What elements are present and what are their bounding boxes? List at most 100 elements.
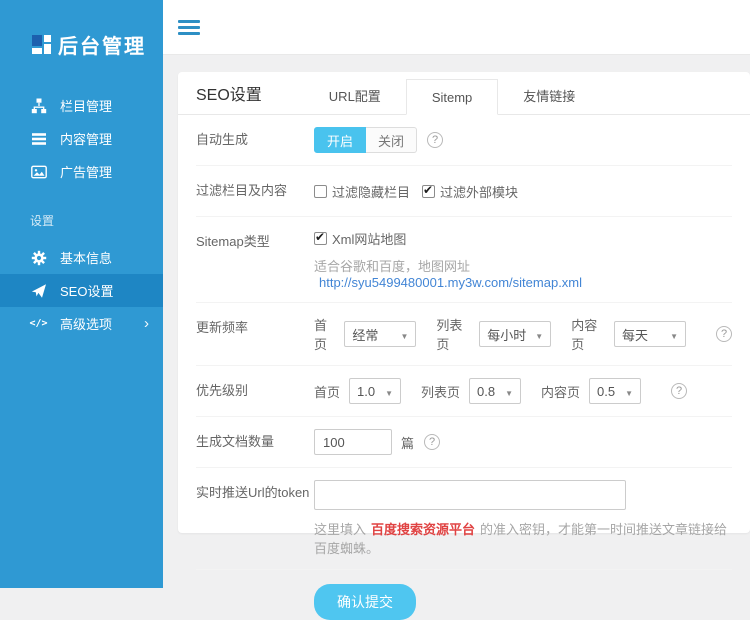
priority-list-group: 列表页 0.8 xyxy=(421,378,521,404)
sidebar-nav: 栏目管理 内容管理 广告管理 设置 基本信息 SEO设置 xyxy=(0,89,163,340)
sidebar-item-advanced-options[interactable]: </> 高级选项 › xyxy=(0,307,163,340)
sidebar-item-ads[interactable]: 广告管理 xyxy=(0,155,163,188)
field-label: 自动生成 xyxy=(196,127,314,153)
menu-toggle-icon[interactable] xyxy=(178,17,200,38)
checkbox-checked-icon xyxy=(314,232,327,245)
checkbox-icon xyxy=(314,185,327,198)
checkbox-label-text: 过滤外部模块 xyxy=(440,182,518,201)
select-label: 内容页 xyxy=(541,382,580,401)
priority-home-select[interactable]: 1.0 xyxy=(349,378,401,404)
gear-icon xyxy=(30,249,47,266)
sitemap-hint-text: 适合谷歌和百度，地图网址 xyxy=(314,259,470,274)
select-label: 列表页 xyxy=(421,382,460,401)
doc-count-input[interactable] xyxy=(314,429,392,455)
select-value: 经常 xyxy=(352,325,378,344)
seo-settings-card: SEO设置 URL配置 Sitemp 友情链接 自动生成 开启 关闭 ? 过滤栏… xyxy=(178,72,750,533)
form-row-priority: 优先级别 首页 1.0 列表页 0.8 内容页 xyxy=(196,366,732,417)
paper-plane-icon xyxy=(30,282,47,299)
sidebar-item-label: 高级选项 xyxy=(60,314,112,333)
code-icon: </> xyxy=(30,315,47,332)
sidebar-item-label: 广告管理 xyxy=(60,162,112,181)
doc-count-unit: 篇 xyxy=(401,433,414,452)
chevron-down-icon xyxy=(526,327,543,342)
sitemap-icon xyxy=(30,97,47,114)
frequency-content-group: 内容页 每天 xyxy=(571,315,686,353)
sidebar-item-label: 基本信息 xyxy=(60,248,112,267)
select-value: 每天 xyxy=(622,325,648,344)
select-label: 内容页 xyxy=(571,315,605,353)
toggle-on-button[interactable]: 开启 xyxy=(314,127,366,153)
sidebar-item-content[interactable]: 内容管理 xyxy=(0,122,163,155)
filter-hidden-columns-checkbox[interactable]: 过滤隐藏栏目 xyxy=(314,182,410,201)
priority-content-select[interactable]: 0.5 xyxy=(589,378,641,404)
submit-button[interactable]: 确认提交 xyxy=(314,584,416,620)
select-value: 0.8 xyxy=(477,384,495,399)
priority-content-group: 内容页 0.5 xyxy=(541,378,641,404)
form-row-push-token: 实时推送Url的token 这里填入百度搜索资源平台的准入密钥，才能第一时间推送… xyxy=(196,468,732,570)
form-row-update-frequency: 更新频率 首页 经常 列表页 每小时 内容页 xyxy=(196,303,732,366)
checkbox-label-text: 过滤隐藏栏目 xyxy=(332,182,410,201)
page-title: SEO设置 xyxy=(196,81,262,105)
sidebar-item-columns[interactable]: 栏目管理 xyxy=(0,89,163,122)
form-row-auto-generate: 自动生成 开启 关闭 ? xyxy=(196,115,732,166)
tab-friend-links[interactable]: 友情链接 xyxy=(498,79,600,115)
form-row-doc-count: 生成文档数量 篇 ? xyxy=(196,417,732,468)
frequency-home-select[interactable]: 经常 xyxy=(344,321,416,347)
select-value: 1.0 xyxy=(357,384,375,399)
form-row-filter: 过滤栏目及内容 过滤隐藏栏目 过滤外部模块 xyxy=(196,166,732,217)
select-value: 每小时 xyxy=(487,325,526,344)
field-label: 优先级别 xyxy=(196,378,314,404)
help-icon[interactable]: ? xyxy=(427,132,443,148)
submit-area: 确认提交 xyxy=(196,570,732,620)
tab-url-config[interactable]: URL配置 xyxy=(304,79,406,115)
help-icon[interactable]: ? xyxy=(671,383,687,399)
checkbox-checked-icon xyxy=(422,185,435,198)
image-icon xyxy=(30,163,47,180)
field-label: 实时推送Url的token xyxy=(196,480,314,557)
app-title: 后台管理 xyxy=(58,30,146,59)
field-label: 过滤栏目及内容 xyxy=(196,178,314,204)
sidebar-section-settings: 设置 xyxy=(0,212,163,229)
chevron-down-icon xyxy=(391,327,408,342)
field-label: Sitemap类型 xyxy=(196,229,314,290)
field-label: 更新频率 xyxy=(196,315,314,353)
seo-form: 自动生成 开启 关闭 ? 过滤栏目及内容 过滤隐藏栏目 过滤外部模块 xyxy=(178,115,750,620)
priority-home-group: 首页 1.0 xyxy=(314,378,401,404)
xml-sitemap-checkbox[interactable]: Xml网站地图 xyxy=(314,229,406,248)
priority-list-select[interactable]: 0.8 xyxy=(469,378,521,404)
sidebar-item-seo-settings[interactable]: SEO设置 xyxy=(0,274,163,307)
select-label: 列表页 xyxy=(436,315,470,353)
help-icon[interactable]: ? xyxy=(424,434,440,450)
help-icon[interactable]: ? xyxy=(716,326,732,342)
sitemap-url-link[interactable]: http://syu5499480001.my3w.com/sitemap.xm… xyxy=(319,275,582,290)
chevron-down-icon xyxy=(661,327,678,342)
select-value: 0.5 xyxy=(597,384,615,399)
sidebar-item-label: SEO设置 xyxy=(60,281,113,300)
sidebar-item-label: 内容管理 xyxy=(60,129,112,148)
filter-external-modules-checkbox[interactable]: 过滤外部模块 xyxy=(422,182,518,201)
app-logo[interactable]: 后台管理 xyxy=(0,0,163,59)
tab-sitemap[interactable]: Sitemp xyxy=(406,79,498,115)
frequency-content-select[interactable]: 每天 xyxy=(614,321,686,347)
select-label: 首页 xyxy=(314,382,340,401)
select-label: 首页 xyxy=(314,315,335,353)
chevron-down-icon xyxy=(616,384,633,399)
frequency-home-group: 首页 经常 xyxy=(314,315,416,353)
sidebar-item-label: 栏目管理 xyxy=(60,96,112,115)
form-row-sitemap-type: Sitemap类型 Xml网站地图 适合谷歌和百度，地图网址http://syu… xyxy=(196,217,732,303)
push-token-input[interactable] xyxy=(314,480,626,510)
chevron-right-icon: › xyxy=(144,316,149,331)
sidebar-item-basic-info[interactable]: 基本信息 xyxy=(0,241,163,274)
app-logo-icon xyxy=(32,35,51,54)
frequency-list-group: 列表页 每小时 xyxy=(436,315,551,353)
sidebar: 后台管理 栏目管理 内容管理 广告管理 设置 基本信息 xyxy=(0,0,163,588)
push-token-hint: 这里填入百度搜索资源平台的准入密钥，才能第一时间推送文章链接给百度蜘蛛。 xyxy=(314,519,732,557)
baidu-platform-link[interactable]: 百度搜索资源平台 xyxy=(371,522,475,537)
checkbox-label-text: Xml网站地图 xyxy=(332,229,406,248)
sitemap-hint: 适合谷歌和百度，地图网址http://syu5499480001.my3w.co… xyxy=(314,256,732,290)
frequency-list-select[interactable]: 每小时 xyxy=(479,321,551,347)
card-header: SEO设置 URL配置 Sitemp 友情链接 xyxy=(178,72,750,115)
chevron-down-icon xyxy=(376,384,393,399)
topbar xyxy=(163,0,750,55)
toggle-off-button[interactable]: 关闭 xyxy=(366,127,417,153)
